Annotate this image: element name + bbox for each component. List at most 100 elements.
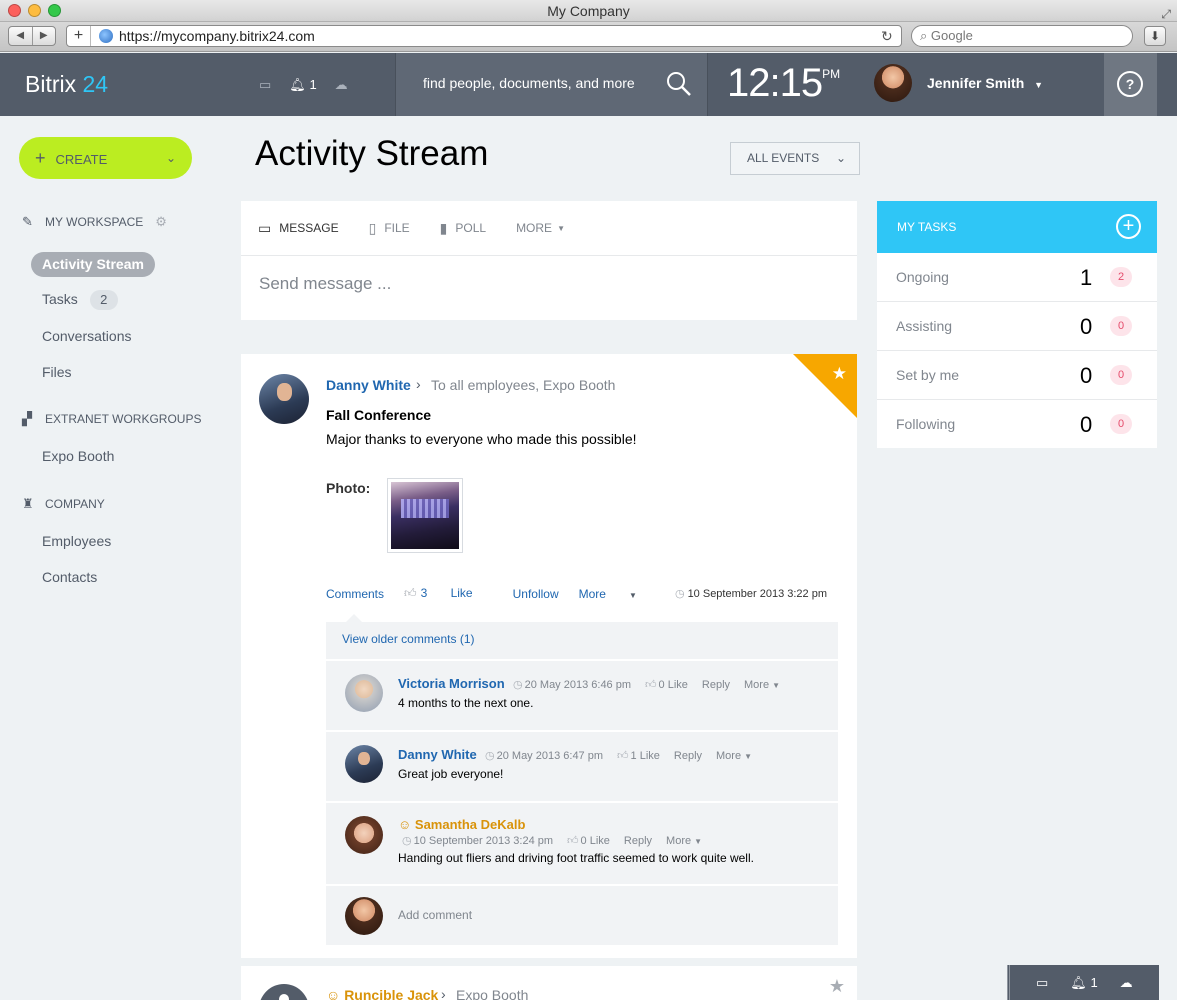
url-text[interactable]: https://mycompany.bitrix24.com	[119, 28, 881, 44]
my-tasks-widget: MY TASKS + Ongoing 1 2 Assisting 0 0 Set by m…	[877, 201, 1157, 448]
post-date-text: 10 September 2013 3:22 pm	[687, 588, 827, 600]
cloud-icon[interactable]: ☁	[335, 77, 348, 93]
notifications-button[interactable]: 🔔︎ 1	[289, 77, 316, 93]
header-search[interactable]: find people, documents, and more	[395, 53, 708, 116]
all-events-filter[interactable]: ALL EVENTS ⌄	[730, 142, 860, 175]
sidebar-item-conversations[interactable]: Conversations	[42, 328, 132, 344]
author-avatar[interactable]	[259, 984, 309, 1000]
commenter-avatar[interactable]	[345, 745, 383, 783]
comment-like[interactable]: Like	[640, 750, 660, 762]
sidebar-item-contacts[interactable]: Contacts	[42, 569, 97, 585]
reload-icon[interactable]: ↻	[881, 28, 901, 45]
author-avatar[interactable]	[259, 374, 309, 424]
thumbs-up-icon[interactable]: 👍︎	[645, 679, 657, 691]
unfollow-link[interactable]: Unfollow	[513, 587, 559, 601]
workspace-section[interactable]: ✎ MY WORKSPACE ⚙	[22, 214, 167, 230]
favorite-corner[interactable]	[793, 354, 857, 418]
user-menu[interactable]: Jennifer Smith ▼	[927, 75, 1043, 91]
zoom-window-button[interactable]	[48, 4, 61, 17]
comment-like[interactable]: Like	[668, 679, 688, 691]
like-button[interactable]: 👍︎ 3 Like	[404, 586, 493, 601]
close-window-button[interactable]	[8, 4, 21, 17]
window-controls	[8, 4, 61, 17]
company-section[interactable]: ♜ COMPANY	[22, 496, 105, 512]
chat-icon[interactable]: ▭	[1036, 975, 1048, 991]
user-avatar[interactable]	[874, 64, 912, 102]
reply-link[interactable]: Reply	[702, 679, 730, 691]
star-icon[interactable]: ★	[829, 976, 845, 997]
browser-titlebar: My Company ⤢	[0, 0, 1177, 22]
logo-main: Bitrix	[25, 71, 77, 97]
post-destination[interactable]: Expo Booth	[456, 987, 528, 1000]
thumbs-up-icon[interactable]: 👍︎	[617, 750, 629, 762]
minimize-window-button[interactable]	[28, 4, 41, 17]
message-input[interactable]: Send message ...	[241, 256, 857, 294]
photo-thumbnail[interactable]	[387, 478, 463, 553]
comment-like-count: 0	[658, 679, 665, 691]
cloud-icon[interactable]: ☁	[1120, 975, 1133, 991]
comment-author-name: Samantha DeKalb	[414, 817, 526, 832]
gear-icon[interactable]: ⚙	[155, 214, 167, 230]
downloads-icon[interactable]: ⬇	[1144, 26, 1166, 46]
post-author[interactable]: ☺ Runcible Jack	[326, 987, 438, 1000]
task-row-assisting[interactable]: Assisting 0 0	[877, 302, 1157, 351]
more-link[interactable]: More ▼	[579, 587, 657, 601]
browser-search-placeholder: Google	[930, 28, 973, 43]
header-icons: ▭ 🔔︎ 1 ☁	[259, 77, 348, 93]
sidebar-item-employees[interactable]: Employees	[42, 533, 111, 549]
create-button[interactable]: + CREATE ⌄	[19, 137, 192, 179]
comment-like[interactable]: Like	[590, 835, 610, 847]
comment-author[interactable]: Victoria Morrison	[398, 676, 505, 691]
tasks-header[interactable]: MY TASKS +	[877, 201, 1157, 253]
forward-icon[interactable]: ▶	[33, 27, 56, 45]
poll-icon: ▮	[439, 219, 448, 236]
comment-author[interactable]: Danny White	[398, 747, 477, 762]
post-author[interactable]: Danny White	[326, 377, 411, 393]
task-row-following[interactable]: Following 0 0	[877, 400, 1157, 449]
star-icon[interactable]: ★	[832, 364, 847, 384]
help-button[interactable]: ?	[1104, 53, 1157, 116]
back-icon[interactable]: ◀	[9, 27, 33, 45]
task-row-set-by-me[interactable]: Set by me 0 0	[877, 351, 1157, 400]
browser-search-field[interactable]: ⌕ Google	[911, 25, 1133, 47]
commenter-avatar[interactable]	[345, 816, 383, 854]
commenter-avatar[interactable]	[345, 674, 383, 712]
chevron-down-icon: ⌄	[835, 151, 846, 165]
sidebar-item-activity-stream[interactable]: Activity Stream	[31, 252, 155, 277]
sidebar-item-files[interactable]: Files	[42, 364, 72, 380]
add-bookmark-icon[interactable]: +	[67, 26, 91, 46]
thumbs-up-icon[interactable]: 👍︎	[567, 835, 579, 847]
comment-more-link[interactable]: More ▼	[666, 835, 702, 847]
app-header: Bitrix 24 ▭ 🔔︎ 1 ☁ find people, document…	[0, 53, 1177, 116]
task-row-ongoing[interactable]: Ongoing 1 2	[877, 253, 1157, 302]
tab-more[interactable]: MORE ▼	[516, 221, 565, 235]
add-task-icon[interactable]: +	[1116, 214, 1141, 239]
header-search-placeholder: find people, documents, and more	[423, 75, 635, 91]
view-older-comments-link[interactable]: View older comments (1)	[342, 632, 475, 646]
logo[interactable]: Bitrix 24	[25, 71, 108, 98]
comment-more-link[interactable]: More ▼	[716, 750, 752, 762]
task-label: Ongoing	[896, 269, 949, 285]
chevron-down-icon: ⌄	[165, 151, 176, 165]
address-bar[interactable]: + https://mycompany.bitrix24.com ↻	[66, 25, 902, 47]
reply-link[interactable]: Reply	[674, 750, 702, 762]
tab-poll[interactable]: ▮ POLL	[440, 220, 486, 237]
chat-icon[interactable]: ▭	[259, 77, 271, 93]
bottom-notifications[interactable]: 🔔︎ 1	[1070, 975, 1097, 991]
magnifier-icon[interactable]	[666, 71, 692, 97]
clock: 12:15PM	[727, 61, 840, 106]
post-destination[interactable]: To all employees, Expo Booth	[431, 377, 615, 393]
sidebar-item-tasks[interactable]: Tasks 2	[42, 290, 118, 310]
comments-link[interactable]: Comments	[326, 587, 384, 601]
tab-message[interactable]: ▭ MESSAGE	[258, 220, 339, 237]
browser-toolbar: ◀ ▶ + https://mycompany.bitrix24.com ↻ ⌕…	[0, 22, 1177, 52]
comment-author[interactable]: ☺ Samantha DeKalb	[398, 817, 525, 832]
extranet-section[interactable]: ▞ EXTRANET WORKGROUPS	[22, 411, 201, 427]
comment-like-count: 0	[580, 835, 587, 847]
reply-link[interactable]: Reply	[624, 835, 652, 847]
comment-more-link[interactable]: More ▼	[744, 679, 780, 691]
sidebar-item-expo-booth[interactable]: Expo Booth	[42, 448, 114, 464]
add-comment-input[interactable]: Add comment	[398, 908, 472, 922]
tab-file[interactable]: ▯ FILE	[369, 220, 410, 237]
notifications-count: 1	[309, 77, 317, 92]
